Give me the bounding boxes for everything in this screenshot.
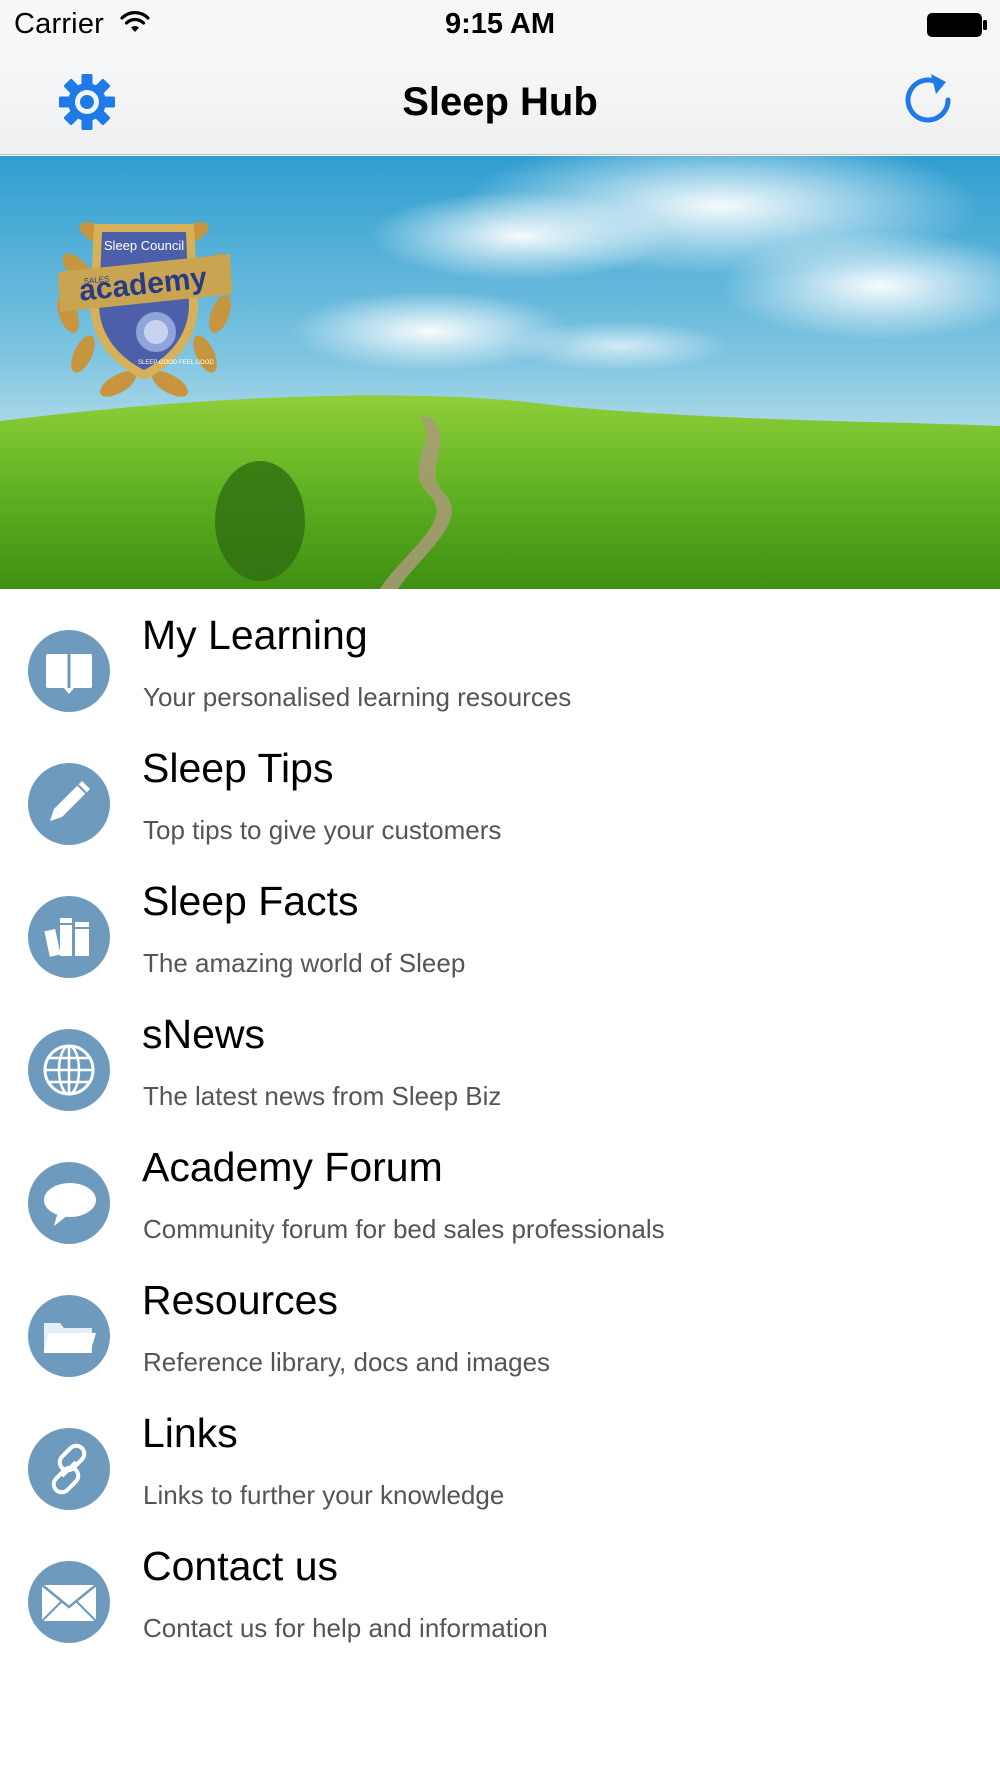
navigation-bar: Sleep Hub xyxy=(0,50,1000,155)
envelope-icon xyxy=(28,1561,110,1643)
menu-item-subtitle: The latest news from Sleep Biz xyxy=(143,1081,502,1111)
menu-item-title: Links xyxy=(142,1410,238,1456)
menu-item-subtitle: The amazing world of Sleep xyxy=(143,948,466,978)
menu-item-subtitle: Community forum for bed sales profession… xyxy=(143,1214,665,1244)
menu-item-subtitle: Contact us for help and information xyxy=(143,1613,548,1643)
academy-badge-logo: Sleep Council SALES academy SLEEP GOOD F… xyxy=(38,194,250,406)
status-bar: Carrier 9:15 AM xyxy=(0,0,1000,50)
page-title: Sleep Hub xyxy=(402,80,598,124)
books-icon xyxy=(28,896,110,978)
menu-item-snews[interactable]: sNews The latest news from Sleep Biz xyxy=(0,999,1000,1132)
battery-icon xyxy=(926,12,988,43)
refresh-icon xyxy=(905,74,951,123)
refresh-button[interactable] xyxy=(898,70,960,132)
globe-icon xyxy=(28,1029,110,1111)
link-icon xyxy=(28,1428,110,1510)
menu-item-resources[interactable]: Resources Reference library, docs and im… xyxy=(0,1265,1000,1398)
folder-icon xyxy=(28,1295,110,1377)
clock: 9:15 AM xyxy=(444,8,556,40)
menu-item-title: Contact us xyxy=(142,1543,338,1589)
menu-item-title: Sleep Tips xyxy=(142,745,334,791)
menu-item-subtitle: Links to further your knowledge xyxy=(143,1480,505,1510)
menu-item-title: Sleep Facts xyxy=(142,878,359,924)
badge-ring-text: SLEEP GOOD FEEL GOOD xyxy=(138,360,214,366)
menu-item-title: Academy Forum xyxy=(142,1144,443,1190)
menu-item-academy-forum[interactable]: Academy Forum Community forum for bed sa… xyxy=(0,1132,1000,1265)
book-icon xyxy=(28,630,110,712)
menu-item-title: Resources xyxy=(142,1277,338,1323)
menu-item-subtitle: Top tips to give your customers xyxy=(143,815,502,845)
pen-icon xyxy=(28,763,110,845)
menu-item-links[interactable]: Links Links to further your knowledge xyxy=(0,1398,1000,1531)
menu-item-contact-us[interactable]: Contact us Contact us for help and infor… xyxy=(0,1531,1000,1664)
menu-item-sleep-facts[interactable]: Sleep Facts The amazing world of Sleep xyxy=(0,866,1000,999)
menu-item-subtitle: Your personalised learning resources xyxy=(143,682,572,712)
hero-banner: Sleep Council SALES academy SLEEP GOOD F… xyxy=(0,156,1000,589)
badge-top-text: Sleep Council xyxy=(104,238,184,253)
menu-item-title: sNews xyxy=(142,1011,266,1057)
menu-list: My Learning Your personalised learning r… xyxy=(0,600,1000,1664)
menu-item-sleep-tips[interactable]: Sleep Tips Top tips to give your custome… xyxy=(0,733,1000,866)
menu-item-subtitle: Reference library, docs and images xyxy=(143,1347,551,1377)
menu-item-title: My Learning xyxy=(142,612,368,658)
speech-bubble-icon xyxy=(28,1162,110,1244)
menu-item-my-learning[interactable]: My Learning Your personalised learning r… xyxy=(0,600,1000,733)
